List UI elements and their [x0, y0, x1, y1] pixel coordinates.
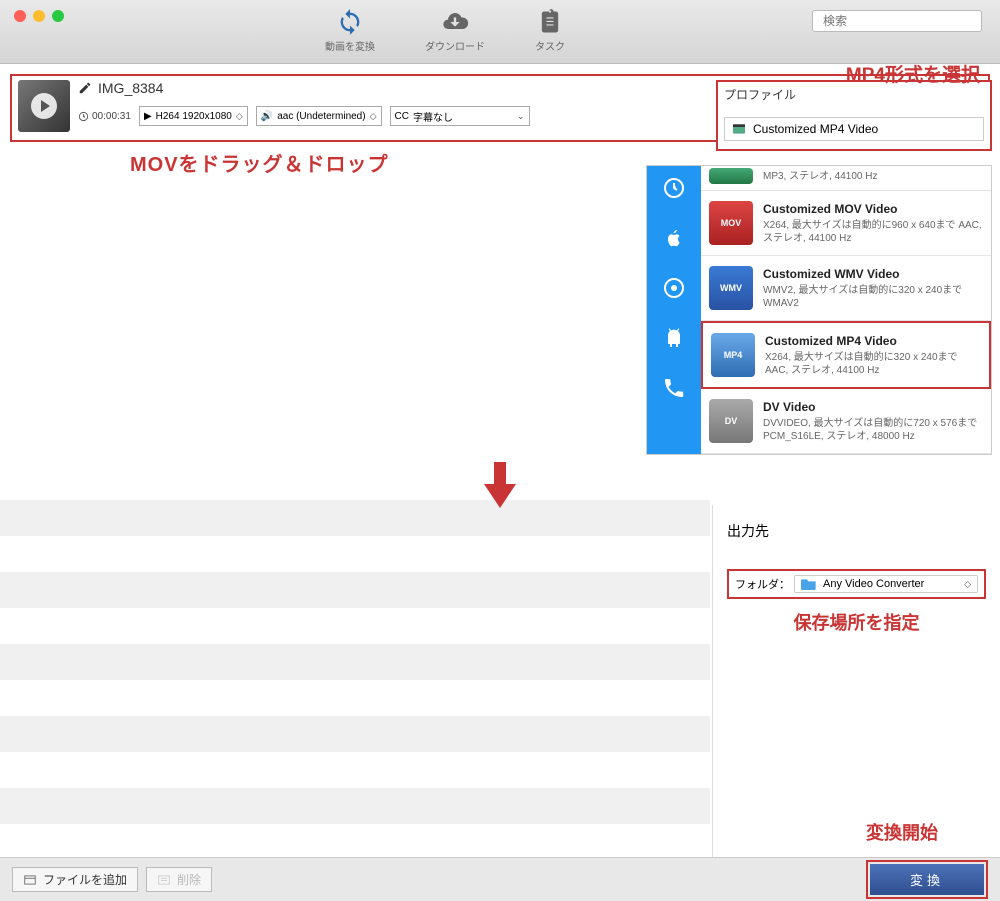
- cloud-download-icon: [441, 8, 469, 36]
- duration: 00:00:31: [78, 111, 131, 122]
- profile-select[interactable]: Customized MP4 Video: [724, 117, 984, 141]
- empty-list-area: [0, 500, 710, 860]
- arrow-down-icon: [480, 462, 520, 511]
- mov-icon: MOV: [709, 201, 753, 245]
- delete-icon: [157, 873, 171, 887]
- convert-button[interactable]: 変換: [870, 864, 984, 895]
- folder-label: フォルダ：: [735, 576, 790, 592]
- video-codec-select[interactable]: ▶H264 1920x1080◇: [139, 106, 248, 126]
- wmv-icon: WMV: [709, 266, 753, 310]
- recent-tab-icon[interactable]: [662, 176, 686, 200]
- toolbar-center: 動画を変換 ダウンロード タスク: [78, 0, 812, 63]
- apple-tab-icon[interactable]: [662, 226, 686, 250]
- output-title: 出力先: [727, 521, 986, 541]
- folder-value: Any Video Converter: [823, 578, 924, 590]
- annotation-specify-location: 保存場所を指定: [727, 609, 986, 635]
- android-tab-icon[interactable]: [662, 326, 686, 350]
- subtitle-select[interactable]: CC字幕なし⌄: [390, 106, 530, 126]
- video-thumbnail[interactable]: [18, 80, 70, 132]
- toolbar-convert-label: 動画を変換: [325, 38, 375, 53]
- phone-tab-icon[interactable]: [662, 376, 686, 400]
- output-panel: 出力先 フォルダ： Any Video Converter ◇ 保存場所を指定: [712, 505, 1000, 900]
- audio-codec-select[interactable]: 🔊aac (Undetermined)◇: [256, 106, 382, 126]
- format-items: MP3, ステレオ, 44100 Hz MOV Customized MOV V…: [701, 166, 991, 454]
- toolbar-download[interactable]: ダウンロード: [425, 8, 485, 53]
- disc-tab-icon[interactable]: [662, 276, 686, 300]
- add-file-icon: [23, 873, 37, 887]
- annotation-start-convert: 変換開始: [866, 819, 938, 845]
- profile-label: プロファイル: [724, 86, 984, 103]
- toolbar-convert[interactable]: 動画を変換: [325, 8, 375, 53]
- format-list: MP3, ステレオ, 44100 Hz MOV Customized MOV V…: [646, 165, 992, 455]
- toolbar: 動画を変換 ダウンロード タスク: [0, 0, 1000, 64]
- film-icon: [731, 121, 747, 137]
- format-category-tabs: [647, 166, 701, 454]
- refresh-icon: [336, 8, 364, 36]
- file-name: IMG_8384: [98, 80, 163, 96]
- duration-text: 00:00:31: [92, 111, 131, 122]
- search-box[interactable]: [812, 10, 982, 32]
- delete-button[interactable]: 削除: [146, 867, 212, 892]
- format-item-mov[interactable]: MOV Customized MOV VideoX264, 最大サイズは自動的に…: [701, 191, 991, 256]
- folder-icon: [801, 578, 817, 590]
- folder-select[interactable]: Any Video Converter ◇: [794, 575, 978, 593]
- toolbar-task-label: タスク: [535, 38, 565, 53]
- maximize-window-button[interactable]: [52, 10, 64, 22]
- output-folder-row: フォルダ： Any Video Converter ◇: [727, 569, 986, 599]
- format-item-truncated[interactable]: MP3, ステレオ, 44100 Hz: [701, 166, 991, 191]
- edit-icon[interactable]: [78, 81, 92, 95]
- close-window-button[interactable]: [14, 10, 26, 22]
- mp4-icon: MP4: [711, 333, 755, 377]
- format-item-mp4[interactable]: MP4 Customized MP4 VideoX264, 最大サイズは自動的に…: [701, 321, 991, 389]
- add-file-button[interactable]: ファイルを追加: [12, 867, 138, 892]
- play-icon: [31, 93, 57, 119]
- format-item-dv[interactable]: DV DV VideoDVVIDEO, 最大サイズは自動的に720 x 576ま…: [701, 389, 991, 454]
- clock-icon: [78, 111, 89, 122]
- profile-panel: プロファイル Customized MP4 Video: [716, 80, 992, 151]
- dv-icon: DV: [709, 399, 753, 443]
- bottom-bar: ファイルを追加 削除 変換: [0, 857, 1000, 901]
- convert-button-wrap: 変換: [866, 860, 988, 899]
- window-controls: [8, 0, 78, 63]
- minimize-window-button[interactable]: [33, 10, 45, 22]
- toolbar-download-label: ダウンロード: [425, 38, 485, 53]
- format-item-wmv[interactable]: WMV Customized WMV VideoWMV2, 最大サイズは自動的に…: [701, 256, 991, 321]
- search-input[interactable]: [823, 14, 978, 28]
- toolbar-search-wrap: [812, 0, 992, 63]
- clipboard-icon: [536, 8, 564, 36]
- annotation-select-mp4: MP4形式を選択: [846, 60, 980, 87]
- profile-selected-text: Customized MP4 Video: [753, 122, 878, 136]
- toolbar-task[interactable]: タスク: [535, 8, 565, 53]
